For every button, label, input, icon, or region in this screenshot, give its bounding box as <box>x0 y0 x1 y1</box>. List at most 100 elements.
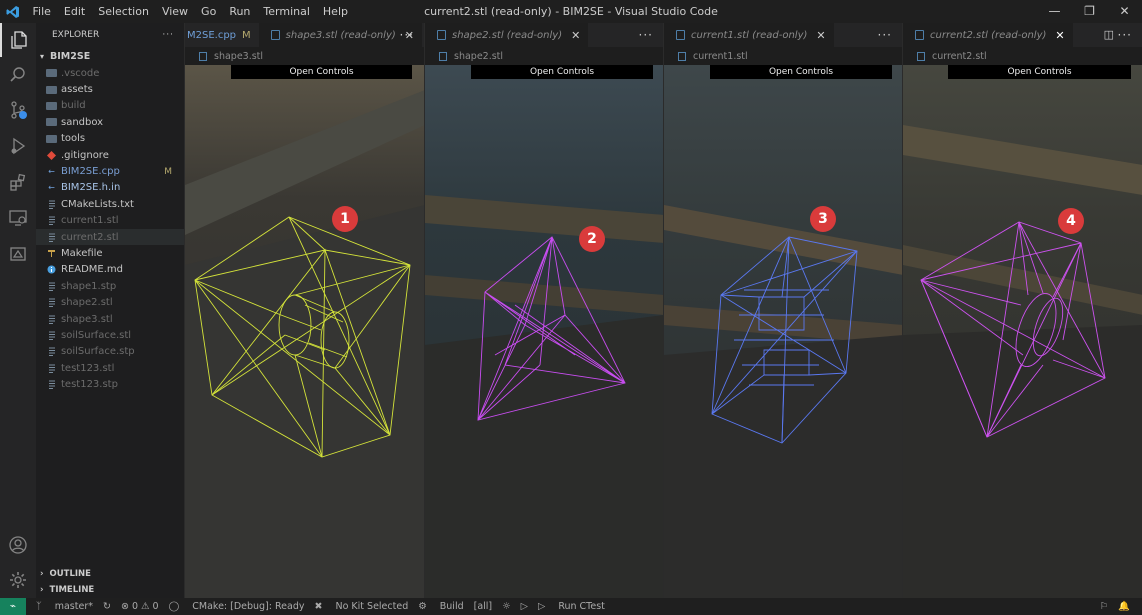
breadcrumb-file[interactable]: shape3.stl <box>214 51 263 62</box>
tree-item[interactable]: ← BIM2SE.h.in <box>36 180 184 196</box>
tree-item-label: soilSurface.stp <box>61 346 135 358</box>
file-icon <box>199 51 207 61</box>
search-icon[interactable] <box>0 58 36 92</box>
settings-gear-icon[interactable] <box>0 563 36 597</box>
close-window-button[interactable]: ✕ <box>1107 0 1142 23</box>
tree-item[interactable]: shape2.stl <box>36 294 184 310</box>
tab-bim2se-cpp[interactable]: M2SE.cpp M <box>185 23 259 47</box>
chevron-down-icon: ▾ <box>40 51 45 61</box>
breadcrumb-file[interactable]: shape2.stl <box>454 51 503 62</box>
tree-item[interactable]: .gitignore <box>36 147 184 163</box>
more-actions-icon[interactable]: ··· <box>1118 28 1132 42</box>
tree-item-label: BIM2SE.h.in <box>61 182 121 194</box>
menu-selection[interactable]: Selection <box>92 5 156 18</box>
kit-selector[interactable]: ✖ No Kit Selected <box>315 601 409 612</box>
run-icon[interactable]: ▷ <box>521 601 528 612</box>
menu-run[interactable]: Run <box>223 5 257 18</box>
split-editor-icon[interactable]: ◫ <box>1104 28 1114 41</box>
tree-item[interactable]: current1.stl <box>36 213 184 229</box>
tree-item[interactable]: shape3.stl <box>36 311 184 327</box>
open-controls-button[interactable]: Open Controls <box>948 65 1131 79</box>
more-actions-icon[interactable]: ··· <box>400 28 414 42</box>
stl-viewer-4[interactable]: Open Controls 4 <box>903 65 1142 598</box>
editor-group-3: current1.stl (read-only) ✕ ··· current1.… <box>663 23 902 598</box>
tree-item[interactable]: build <box>36 98 184 114</box>
restore-button[interactable]: ❐ <box>1072 0 1107 23</box>
marker-4: 4 <box>1058 208 1084 234</box>
tree-item[interactable]: test123.stp <box>36 376 184 392</box>
sync-icon[interactable]: ↻ <box>103 601 111 612</box>
cmake-status[interactable]: ◯ CMake: [Debug]: Ready <box>169 601 305 612</box>
source-control-icon[interactable] <box>0 93 36 127</box>
build-button[interactable]: ⚙ Build <box>418 601 463 612</box>
marker-1: 1 <box>332 206 358 232</box>
git-branch[interactable]: ᛉ master* <box>36 601 93 612</box>
text-file-icon <box>46 380 57 390</box>
timeline-section[interactable]: › TIMELINE <box>36 582 184 598</box>
text-file-icon <box>46 314 57 324</box>
tab-current2-stl[interactable]: current2.stl (read-only) ✕ <box>903 23 1073 47</box>
tree-item[interactable]: CMakeLists.txt <box>36 196 184 212</box>
debug-icon[interactable]: ☼ <box>502 601 511 612</box>
ctest-button[interactable]: ▷ Run CTest <box>538 601 605 612</box>
tree-item[interactable]: .vscode <box>36 65 184 81</box>
tree-item[interactable]: Makefile <box>36 245 184 261</box>
problems-indicator[interactable]: ⊗ 0 ⚠ 0 <box>121 601 159 612</box>
menu-file[interactable]: File <box>26 5 57 18</box>
outline-section[interactable]: › OUTLINE <box>36 566 184 582</box>
close-icon[interactable]: ✕ <box>571 29 580 42</box>
menu-help[interactable]: Help <box>316 5 354 18</box>
menu-edit[interactable]: Edit <box>57 5 91 18</box>
status-bar: ⌁ ᛉ master* ↻ ⊗ 0 ⚠ 0 ◯ CMake: [Debug]: … <box>0 598 1142 615</box>
close-icon[interactable]: ✕ <box>816 29 825 42</box>
tree-item-label: build <box>61 100 86 112</box>
run-debug-icon[interactable] <box>0 129 36 163</box>
tree-item[interactable]: soilSurface.stp <box>36 344 184 360</box>
viewer-canvas <box>425 65 663 598</box>
open-controls-button[interactable]: Open Controls <box>471 65 653 79</box>
tree-item[interactable]: assets <box>36 81 184 97</box>
account-icon[interactable] <box>0 528 36 562</box>
more-actions-icon[interactable]: ··· <box>162 30 174 40</box>
tree-item[interactable]: shape1.stp <box>36 278 184 294</box>
folder-icon <box>46 101 57 111</box>
tree-item[interactable]: sandbox <box>36 114 184 130</box>
open-controls-button[interactable]: Open Controls <box>231 65 412 79</box>
file-icon <box>439 51 447 61</box>
file-tree: .vscode assets build sandbox tools .gitignore… <box>36 65 184 393</box>
notifications-icon[interactable]: 🔔 <box>1118 601 1130 612</box>
tree-item[interactable]: tools <box>36 131 184 147</box>
tab-label: M2SE.cpp <box>187 29 237 41</box>
editor-group-4: current2.stl (read-only) ✕ ◫ ··· current… <box>902 23 1142 598</box>
feedback-icon[interactable]: ⚐ <box>1100 601 1109 612</box>
breadcrumb-file[interactable]: current1.stl <box>693 51 748 62</box>
explorer-icon[interactable] <box>0 23 36 57</box>
extensions-icon[interactable] <box>0 165 36 199</box>
minimize-button[interactable]: — <box>1037 0 1072 23</box>
menu-go[interactable]: Go <box>195 5 223 18</box>
tree-item[interactable]: test123.stl <box>36 360 184 376</box>
menu-view[interactable]: View <box>155 5 194 18</box>
menu-terminal[interactable]: Terminal <box>257 5 317 18</box>
tab-shape3-stl[interactable]: shape3.stl (read-only) ✕ <box>258 23 422 47</box>
breadcrumb-file[interactable]: current2.stl <box>932 51 987 62</box>
tree-item[interactable]: current2.stl <box>36 228 184 246</box>
remote-explorer-icon[interactable] <box>0 201 36 235</box>
stl-viewer-2[interactable]: Open Controls 2 <box>425 65 663 598</box>
stl-viewer-1[interactable]: Open Controls 1 <box>185 65 424 598</box>
stl-viewer-3[interactable]: Open Controls 3 <box>664 65 902 598</box>
more-actions-icon[interactable]: ··· <box>878 28 892 42</box>
workspace-root[interactable]: ▾ BIM2SE <box>36 47 184 65</box>
open-controls-button[interactable]: Open Controls <box>710 65 892 79</box>
tree-item[interactable]: soilSurface.stl <box>36 327 184 343</box>
cmake-icon[interactable] <box>0 237 36 271</box>
tree-item[interactable]: README.md <box>36 262 184 278</box>
close-icon[interactable]: ✕ <box>1055 29 1064 42</box>
more-actions-icon[interactable]: ··· <box>639 28 653 42</box>
build-target[interactable]: [all] <box>474 601 493 612</box>
tree-item[interactable]: ← BIM2SE.cpp M <box>36 163 184 179</box>
tab-bar: current2.stl (read-only) ✕ ◫ ··· <box>903 23 1142 47</box>
tab-current1-stl[interactable]: current1.stl (read-only) ✕ <box>664 23 834 47</box>
remote-indicator-icon[interactable]: ⌁ <box>0 598 26 615</box>
tab-shape2-stl[interactable]: shape2.stl (read-only) ✕ <box>425 23 589 47</box>
